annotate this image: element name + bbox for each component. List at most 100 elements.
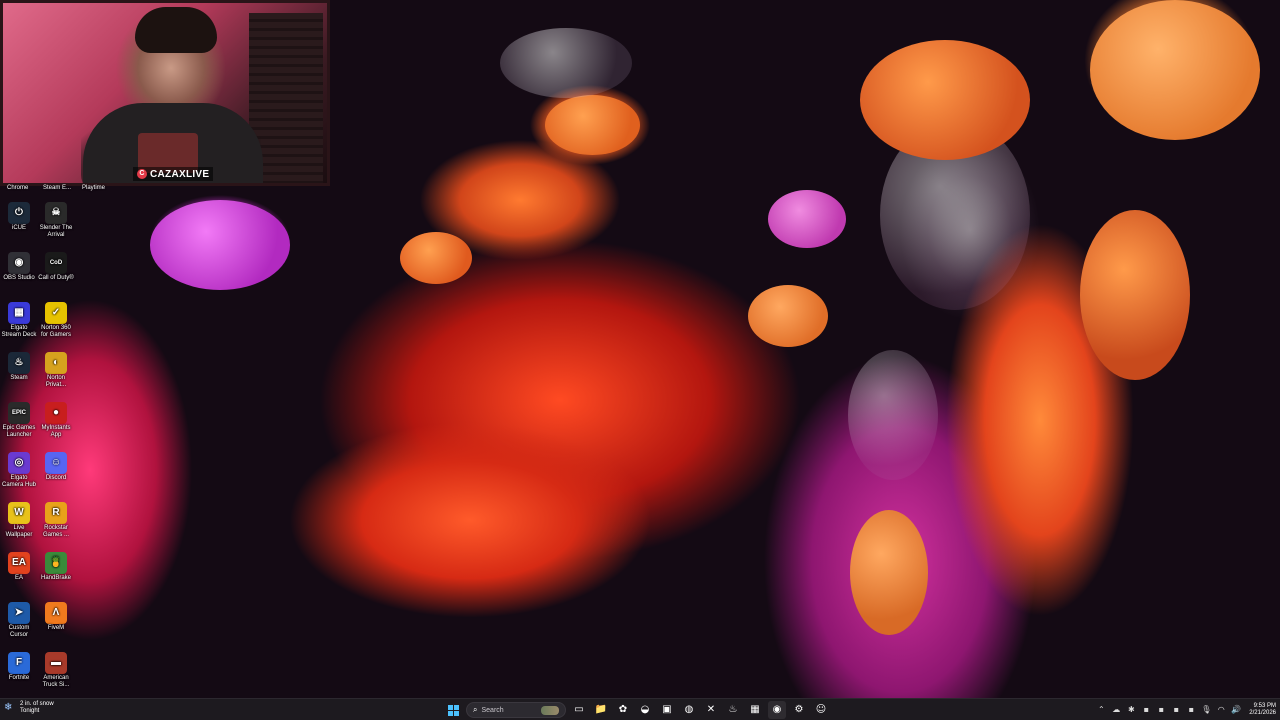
desktop-icon-label-playtime[interactable]: Playtime — [82, 185, 105, 191]
stream-deck-icon: ▦ — [8, 302, 30, 324]
desktop-shortcut[interactable]: ✓ Norton 360 for Gamers — [37, 302, 75, 339]
desktop-shortcut[interactable]: ▬ American Truck Si... — [37, 652, 75, 689]
desktop-shortcut-label: Fortnite — [8, 675, 30, 681]
icue-icon: ⏻ — [8, 202, 30, 224]
wallpaper-blob — [850, 510, 928, 635]
desktop-shortcut-label: FiveM — [47, 625, 65, 631]
desktop-icon-label-chrome[interactable]: Chrome — [7, 185, 28, 191]
taskbar-app-button[interactable]: ⚙ — [790, 701, 808, 719]
desktop-shortcut-label: American Truck Si... — [42, 675, 70, 688]
desktop-shortcut[interactable]: ◎ Elgato Camera Hub — [0, 452, 38, 489]
cloud-tray-icon[interactable]: ☁ — [1110, 704, 1122, 716]
app-tray-icon-3[interactable]: ▪ — [1170, 704, 1182, 716]
volume-icon[interactable]: 🔊 — [1230, 704, 1242, 716]
weather-widget[interactable]: ❄ 2 in. of snow Tonight — [4, 701, 54, 715]
desktop-shortcut[interactable]: ⏻ iCUE — [0, 202, 38, 232]
desktop-shortcut[interactable]: ◉ OBS Studio — [0, 252, 38, 282]
obs-icon: ◉ — [8, 252, 30, 274]
desktop-shortcut-label: Epic Games Launcher — [2, 425, 36, 438]
taskbar-app-button[interactable]: ▭ — [570, 701, 588, 719]
clock-date: 2/21/2026 — [1249, 710, 1276, 716]
taskbar-app-button[interactable]: ✕ — [702, 701, 720, 719]
desktop-shortcut[interactable]: ◐ Norton Privat... — [37, 352, 75, 389]
handbrake-icon: 🍍 — [45, 552, 67, 574]
desktop-shortcut[interactable]: EA EA — [0, 552, 38, 582]
taskbar-app-button[interactable]: ◉ — [768, 701, 786, 719]
windows-start-icon — [447, 704, 459, 716]
desktop-shortcut[interactable]: CoD Call of Duty® — [37, 252, 75, 282]
camera-hub-icon: ◎ — [8, 452, 30, 474]
desktop-shortcut[interactable]: ● MyInstants App — [37, 402, 75, 439]
rockstar-icon: R — [45, 502, 67, 524]
desktop-shortcut-label: Norton Privat... — [45, 375, 67, 388]
obs-taskbar-icon: ◉ — [772, 704, 782, 715]
edge-icon: ◒ — [640, 704, 650, 715]
desktop-shortcut[interactable]: 🍍 HandBrake — [37, 552, 75, 582]
start-button[interactable] — [444, 701, 462, 719]
copilot-icon: ✿ — [618, 704, 628, 715]
xbox-icon: ✕ — [706, 704, 716, 715]
search-placeholder: Search — [481, 706, 504, 714]
desktop-shortcut-label: Live Wallpaper — [5, 525, 33, 538]
desktop-shortcut[interactable]: ♨ Steam — [0, 352, 38, 382]
desktop-shortcut[interactable]: ☠ Slender The Arrival — [37, 202, 75, 239]
desktop-shortcut[interactable]: EPIC Epic Games Launcher — [0, 402, 38, 439]
desktop-shortcut-label: Norton 360 for Gamers — [40, 325, 71, 338]
taskbar-search-box[interactable]: ⌕ Search — [466, 702, 566, 718]
wallpaper-blob — [768, 190, 846, 248]
desktop-shortcut-label: Elgato Stream Deck — [1, 325, 37, 338]
desktop-shortcut-label: Steam — [10, 375, 28, 381]
american-truck-icon: ▬ — [45, 652, 67, 674]
microphone-tray-icon[interactable]: 🎙 — [1200, 704, 1212, 716]
custom-cursor-icon: ➤ — [8, 602, 30, 624]
wallpaper-blob — [1090, 0, 1260, 140]
desktop-shortcut[interactable]: Λ FiveM — [37, 602, 75, 632]
taskbar-app-button[interactable]: ☺ — [812, 701, 830, 719]
norton-icon: ✓ — [45, 302, 67, 324]
desktop-shortcut[interactable]: F Fortnite — [0, 652, 38, 682]
wallpaper-blob — [748, 285, 828, 347]
taskbar-app-button[interactable]: ◍ — [680, 701, 698, 719]
desktop-icon-label-steam-e[interactable]: Steam E... — [43, 185, 71, 191]
desktop-shortcut-label: Elgato Camera Hub — [1, 475, 36, 488]
app-tray-icon-4[interactable]: ▪ — [1185, 704, 1197, 716]
weather-line-2: Tonight — [20, 708, 40, 714]
weather-line-1: 2 in. of snow — [20, 701, 54, 707]
wallpaper-blob — [500, 28, 632, 98]
wallpaper-blob — [1080, 210, 1190, 380]
app-tray-icon-1[interactable]: ▪ — [1140, 704, 1152, 716]
clock-time: 9:53 PM — [1253, 703, 1276, 709]
weather-text: 2 in. of snow Tonight — [20, 701, 54, 715]
taskbar: ❄ 2 in. of snow Tonight ⌕ Search ▭ 📁 ✿ ◒ ▣ ◍ ✕… — [0, 698, 1280, 720]
desktop-shortcut[interactable]: ▦ Elgato Stream Deck — [0, 302, 38, 339]
settings-icon: ⚙ — [794, 704, 804, 715]
bluetooth-tray-icon[interactable]: ✱ — [1125, 704, 1137, 716]
show-hidden-icons-chevron-icon[interactable]: ⌃ — [1095, 704, 1107, 716]
desktop-shortcut[interactable]: ➤ Custom Cursor — [0, 602, 38, 639]
stream-deck-taskbar-icon: ▦ — [750, 704, 760, 715]
clock[interactable]: 9:53 PM 2/21/2026 — [1249, 703, 1276, 717]
taskbar-app-button[interactable]: ✿ — [614, 701, 632, 719]
epic-games-icon: EPIC — [8, 402, 30, 424]
taskbar-app-button[interactable]: 📁 — [592, 701, 610, 719]
slender-icon: ☠ — [45, 202, 67, 224]
desktop-shortcut[interactable]: ☺ Discord — [37, 452, 75, 482]
taskbar-app-button[interactable]: ▦ — [746, 701, 764, 719]
steam-icon: ♨ — [8, 352, 30, 374]
desktop-shortcut[interactable]: W Live Wallpaper — [0, 502, 38, 539]
taskbar-app-button[interactable]: ◒ — [636, 701, 654, 719]
desktop-shortcut-label: Custom Cursor — [8, 625, 30, 638]
desktop-shortcut[interactable]: R Rockstar Games ... — [37, 502, 75, 539]
wifi-icon[interactable]: ◠ — [1215, 704, 1227, 716]
wallpaper-blob — [150, 200, 290, 290]
desktop-shortcut-label: HandBrake — [40, 575, 72, 581]
wallpaper-blob — [545, 95, 640, 155]
discord-taskbar-icon: ☺ — [815, 704, 827, 715]
streamer-name: CAZAXLIVE — [150, 168, 210, 180]
search-highlight-image — [541, 705, 559, 715]
taskbar-app-button[interactable]: ♨ — [724, 701, 742, 719]
file-explorer-icon: 📁 — [594, 704, 608, 715]
taskbar-app-button[interactable]: ▣ — [658, 701, 676, 719]
app-tray-icon-2[interactable]: ▪ — [1155, 704, 1167, 716]
wallpaper-blob — [848, 350, 938, 480]
